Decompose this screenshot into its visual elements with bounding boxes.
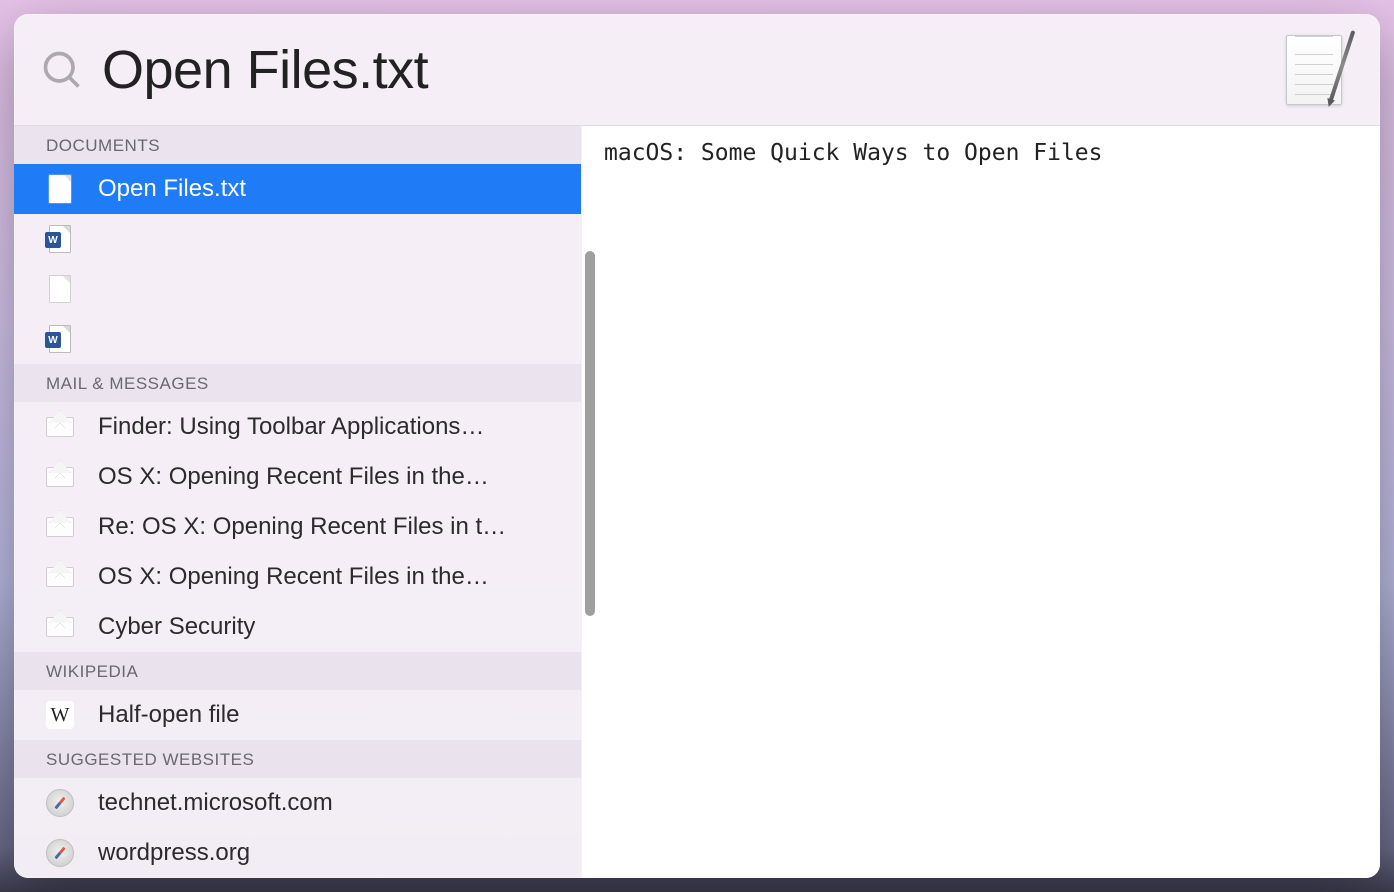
mail-icon [46, 463, 74, 491]
result-label: Cyber Security [98, 613, 255, 641]
section-header: WIKIPEDIA [14, 652, 581, 690]
result-label: Finder: Using Toolbar Applications… [98, 413, 484, 441]
result-row[interactable]: wordpress.org [14, 828, 581, 878]
preview-pane: macOS: Some Quick Ways to Open Files [581, 126, 1380, 878]
result-row[interactable] [14, 264, 581, 314]
result-row[interactable]: Re: OS X: Opening Recent Files in t… [14, 502, 581, 552]
safari-icon [46, 839, 74, 867]
mail-icon [46, 613, 74, 641]
result-row[interactable]: W Half-open file [14, 690, 581, 740]
search-input[interactable] [102, 39, 1268, 101]
result-label: Half-open file [98, 701, 239, 729]
result-label: OS X: Opening Recent Files in the… [98, 463, 489, 491]
result-label: technet.microsoft.com [98, 789, 333, 817]
textedit-icon [1280, 31, 1358, 109]
spotlight-window: DOCUMENTS Open Files.txt MAIL & MESSAGES Fi… [14, 14, 1380, 878]
result-row[interactable]: Finder: Using Toolbar Applications… [14, 402, 581, 452]
result-label: Re: OS X: Opening Recent Files in t… [98, 513, 506, 541]
scrollbar-thumb[interactable] [585, 251, 595, 616]
section-header: SUGGESTED WEBSITES [14, 740, 581, 778]
section-header: MAIL & MESSAGES [14, 364, 581, 402]
result-row[interactable]: OS X: Opening Recent Files in the… [14, 452, 581, 502]
result-row[interactable] [14, 214, 581, 264]
search-icon [40, 48, 84, 92]
mail-icon [46, 513, 74, 541]
safari-icon [46, 789, 74, 817]
result-label: OS X: Opening Recent Files in the… [98, 563, 489, 591]
word-file-icon [46, 325, 74, 353]
mail-icon [46, 413, 74, 441]
search-bar [14, 14, 1380, 126]
content-split: DOCUMENTS Open Files.txt MAIL & MESSAGES Fi… [14, 126, 1380, 878]
result-label: wordpress.org [98, 839, 250, 867]
text-file-icon [46, 175, 74, 203]
section-header: DOCUMENTS [14, 126, 581, 164]
result-row[interactable]: OS X: Opening Recent Files in the… [14, 552, 581, 602]
word-file-icon [46, 225, 74, 253]
preview-text: macOS: Some Quick Ways to Open Files [604, 140, 1103, 166]
result-row[interactable] [14, 314, 581, 364]
wikipedia-icon: W [46, 701, 74, 729]
blank-file-icon [46, 275, 74, 303]
result-row[interactable]: Cyber Security [14, 602, 581, 652]
result-label: Open Files.txt [98, 175, 246, 203]
results-list[interactable]: DOCUMENTS Open Files.txt MAIL & MESSAGES Fi… [14, 126, 581, 878]
result-row[interactable]: technet.microsoft.com [14, 778, 581, 828]
mail-icon [46, 563, 74, 591]
result-row[interactable]: Open Files.txt [14, 164, 581, 214]
